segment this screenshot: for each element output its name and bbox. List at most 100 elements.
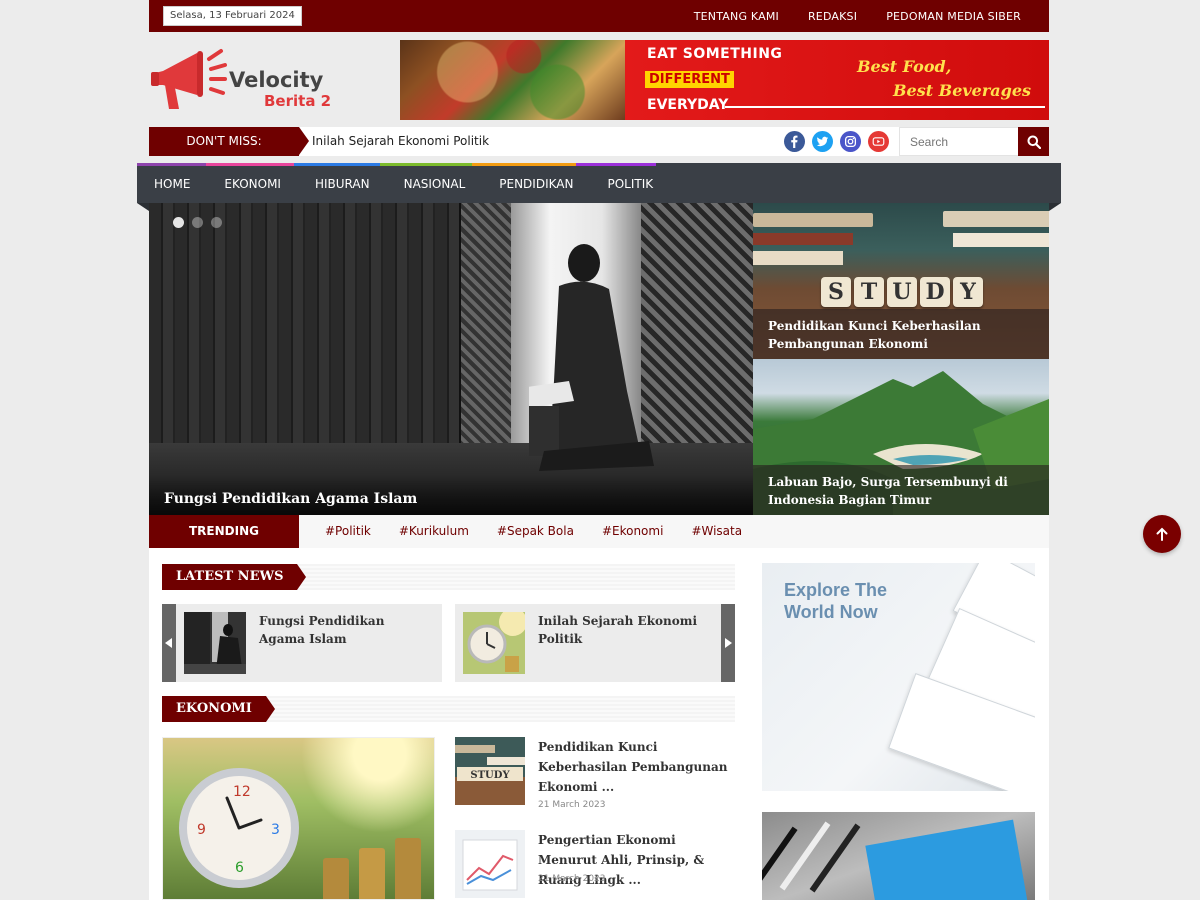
banner-line-2: DIFFERENT [645, 71, 734, 88]
dont-miss-headline[interactable]: Inilah Sejarah Ekonomi Politik [312, 127, 489, 156]
site-header: Velocity Berita 2 EAT SOMETHING DIFFEREN… [149, 33, 1049, 127]
top-links: TENTANG KAMI REDAKSI PEDOMAN MEDIA SIBER [694, 0, 1021, 32]
latest-news-carousel: Fungsi Pendidikan Agama Islam Inilah Sej… [162, 604, 735, 682]
search-button[interactable] [1018, 127, 1049, 156]
logo-title: Velocity [229, 68, 324, 92]
nav-item-nasional[interactable]: NASIONAL [387, 166, 483, 203]
site-logo[interactable]: Velocity Berita 2 [149, 43, 339, 113]
latest-news-title: Inilah Sejarah Ekonomi Politik [538, 614, 697, 646]
carousel-next-button[interactable] [721, 604, 735, 682]
arrow-left-icon [165, 638, 172, 648]
hero-side-caption-2: Labuan Bajo, Surga Tersembunyi di Indone… [753, 465, 1049, 515]
trending-tag-ekonomi[interactable]: #Ekonomi [602, 515, 663, 548]
ekonomi-item-date: 21 March 2023 [538, 800, 606, 810]
search-box [899, 127, 1049, 156]
study-tile-y: Y [953, 277, 983, 307]
back-to-top-button[interactable] [1143, 515, 1181, 553]
dont-miss-bar: DON'T MISS: Inilah Sejarah Ekonomi Polit… [149, 127, 1049, 156]
banner-food-image [400, 40, 625, 120]
praying-man-image [529, 244, 654, 471]
banner-line-1: EAT SOMETHING [647, 46, 783, 62]
banner-divider [725, 106, 1045, 108]
latest-thumb-1 [184, 612, 246, 674]
trending-tag-kurikulum[interactable]: #Kurikulum [399, 515, 469, 548]
search-icon [1027, 135, 1041, 149]
slider-dot-1[interactable] [173, 217, 184, 228]
ekonomi-heading: EKONOMI [162, 696, 275, 722]
hero-side-story-2[interactable]: Labuan Bajo, Surga Tersembunyi di Indone… [753, 359, 1049, 515]
ekonomi-featured-image[interactable]: 12 3 6 9 [162, 737, 435, 900]
banner-slogan-1: Best Food, [857, 57, 952, 76]
svg-text:12: 12 [233, 784, 251, 800]
print-ad-banner[interactable] [762, 812, 1035, 900]
latest-news-title: Fungsi Pendidikan Agama Islam [259, 614, 385, 646]
svg-text:3: 3 [271, 822, 280, 838]
explore-ad-text: Explore The World Now [784, 580, 888, 622]
top-link-pedoman[interactable]: PEDOMAN MEDIA SIBER [886, 10, 1021, 23]
main-navigation: HOME EKONOMI HIBURAN NASIONAL PENDIDIKAN… [137, 163, 1061, 211]
banner-slogan-2: Best Beverages [893, 81, 1032, 100]
dont-miss-label: DON'T MISS: [149, 127, 309, 156]
hero-section: Fungsi Pendidikan Agama Islam S T U D Y … [149, 203, 1049, 515]
logo-subtitle: Berita 2 [264, 92, 332, 110]
youtube-icon[interactable] [868, 131, 889, 152]
top-bar: Selasa, 13 Februari 2024 TENTANG KAMI RE… [149, 0, 1049, 32]
nav-items: HOME EKONOMI HIBURAN NASIONAL PENDIDIKAN… [137, 166, 670, 203]
carousel-prev-button[interactable] [162, 604, 176, 682]
twitter-icon[interactable] [812, 131, 833, 152]
ekonomi-thumb-2 [455, 830, 525, 898]
study-tile-d: D [920, 277, 950, 307]
trending-tag-sepak-bola[interactable]: #Sepak Bola [497, 515, 574, 548]
latest-thumb-2 [463, 612, 525, 674]
ekonomi-item-title: Pendidikan Kunci Keberhasilan Pembanguna… [538, 740, 728, 794]
slider-dot-3[interactable] [211, 217, 222, 228]
explore-ad-banner[interactable]: Explore The World Now [762, 563, 1035, 791]
top-link-tentang-kami[interactable]: TENTANG KAMI [694, 10, 779, 23]
ekonomi-header: EKONOMI [162, 696, 735, 722]
trending-tag-politik[interactable]: #Politik [325, 515, 371, 548]
food-banner-ad[interactable]: EAT SOMETHING DIFFERENT EVERYDAY Best Fo… [400, 40, 1049, 120]
hero-main-caption: Fungsi Pendidikan Agama Islam [149, 475, 753, 515]
hero-side-story-1[interactable]: S T U D Y Pendidikan Kunci Keberhasilan … [753, 203, 1049, 359]
latest-news-header: LATEST NEWS [162, 564, 735, 590]
current-date: Selasa, 13 Februari 2024 [163, 6, 302, 26]
hero-side-title-2[interactable]: Labuan Bajo, Surga Tersembunyi di Indone… [768, 473, 1039, 509]
nav-item-pendidikan[interactable]: PENDIDIKAN [482, 166, 590, 203]
alarm-clock-image: 12 3 6 9 [179, 768, 299, 888]
banner-text-panel: EAT SOMETHING DIFFERENT EVERYDAY Best Fo… [625, 40, 1049, 120]
hero-side-caption-1: Pendidikan Kunci Keberhasilan Pembanguna… [753, 309, 1049, 359]
facebook-icon[interactable] [784, 131, 805, 152]
search-input[interactable] [900, 128, 1019, 155]
megaphone-icon [151, 49, 227, 109]
study-tile-s: S [821, 277, 851, 307]
hero-main-title[interactable]: Fungsi Pendidikan Agama Islam [164, 491, 417, 507]
trending-bar: TRENDING #Politik #Kurikulum #Sepak Bola… [149, 515, 1049, 548]
study-tile-t: T [854, 277, 884, 307]
main-content: LATEST NEWS Fungsi Pendidikan Agama Isla… [149, 548, 1049, 900]
nav-item-ekonomi[interactable]: EKONOMI [207, 166, 298, 203]
hero-side-title-1[interactable]: Pendidikan Kunci Keberhasilan Pembanguna… [768, 317, 1039, 353]
banner-line-3: EVERYDAY [647, 97, 729, 113]
svg-text:9: 9 [197, 822, 206, 838]
latest-news-item[interactable]: Inilah Sejarah Ekonomi Politik [455, 604, 721, 682]
ekonomi-list-item[interactable]: Pengertian Ekonomi Menurut Ahli, Prinsip… [455, 830, 730, 900]
nav-item-hiburan[interactable]: HIBURAN [298, 166, 387, 203]
latest-news-item[interactable]: Fungsi Pendidikan Agama Islam [176, 604, 442, 682]
ekonomi-thumb-1: STUDY [455, 737, 525, 805]
study-tile-u: U [887, 277, 917, 307]
instagram-icon[interactable] [840, 131, 861, 152]
trending-tags: #Politik #Kurikulum #Sepak Bola #Ekonomi… [325, 515, 742, 548]
trending-tag-wisata[interactable]: #Wisata [691, 515, 742, 548]
ekonomi-item-date: 21 March 2023 [538, 874, 606, 884]
svg-text:STUDY: STUDY [470, 770, 510, 781]
ekonomi-list-item[interactable]: STUDY Pendidikan Kunci Keberhasilan Pemb… [455, 737, 730, 810]
latest-news-heading: LATEST NEWS [162, 564, 307, 590]
svg-text:6: 6 [235, 860, 244, 876]
hero-main-slide[interactable]: Fungsi Pendidikan Agama Islam [149, 203, 753, 515]
nav-item-politik[interactable]: POLITIK [590, 166, 670, 203]
trending-label: TRENDING [149, 515, 299, 548]
nav-item-home[interactable]: HOME [137, 166, 207, 203]
slider-dot-2[interactable] [192, 217, 203, 228]
arrow-up-icon [1156, 527, 1168, 541]
top-link-redaksi[interactable]: REDAKSI [808, 10, 857, 23]
